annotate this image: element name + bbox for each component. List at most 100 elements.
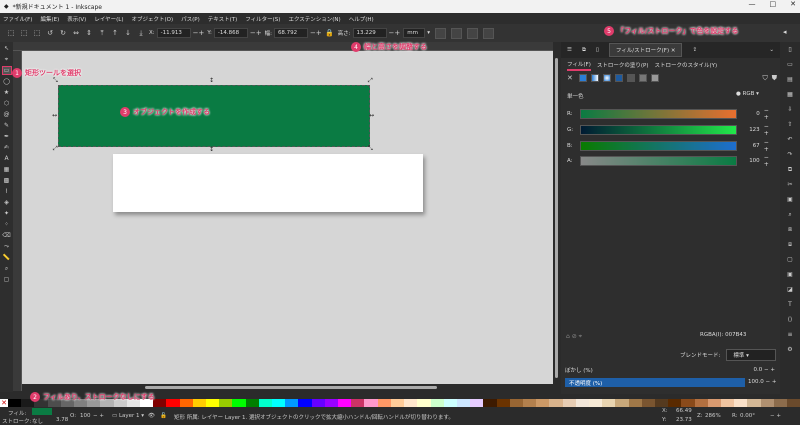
height-stepper[interactable]: −+ xyxy=(389,29,401,37)
palette-swatch[interactable] xyxy=(615,399,629,407)
menu-filters[interactable]: フィルター(S) xyxy=(245,15,280,23)
palette-swatch[interactable] xyxy=(549,399,563,407)
palette-swatch[interactable] xyxy=(192,399,207,407)
menu-view[interactable]: 表示(V) xyxy=(67,15,86,23)
fill-rule-nonzero-icon[interactable]: ⛊ xyxy=(772,74,777,83)
unset-paint-icon[interactable] xyxy=(651,74,659,82)
blur-input[interactable]: 0.0 − + xyxy=(754,367,775,373)
color-mode-select[interactable]: ● RGB ▾ xyxy=(736,91,759,97)
vertical-scroll-thumb[interactable] xyxy=(555,58,558,378)
xml-editor-icon[interactable]: ⟨⟩ xyxy=(786,316,794,323)
undo-icon[interactable]: ↶ xyxy=(786,136,794,143)
handle-top-right-icon[interactable]: ⤢ xyxy=(368,77,373,85)
transform-pattern-icon[interactable] xyxy=(483,27,495,39)
paste-icon[interactable]: ▣ xyxy=(786,196,794,203)
minimize-button[interactable]: — xyxy=(749,0,756,8)
rotate-cw-icon[interactable]: ↻ xyxy=(58,28,68,38)
duplicate-icon[interactable]: ⧈ xyxy=(786,226,794,233)
palette-swatch[interactable] xyxy=(390,399,405,407)
commands-toggle-icon[interactable]: ◂ xyxy=(783,28,787,36)
gradient-tool-icon[interactable]: ▦ xyxy=(2,165,12,174)
opacity-o-input[interactable]: 100 xyxy=(80,413,91,419)
deselect-icon[interactable]: ⬚ xyxy=(32,28,42,38)
handle-left-icon[interactable]: ↔ xyxy=(52,112,57,119)
menu-layer[interactable]: レイヤー(L) xyxy=(94,15,123,23)
copy-icon[interactable]: ⧉ xyxy=(786,166,794,173)
palette-swatch[interactable] xyxy=(536,399,550,407)
palette-swatch[interactable] xyxy=(245,399,259,407)
palette-swatch[interactable] xyxy=(628,399,642,407)
rotation-stepper[interactable]: − + xyxy=(770,413,781,419)
close-tab-icon[interactable]: ✕ xyxy=(671,48,676,54)
width-stepper[interactable]: −+ xyxy=(310,29,322,37)
menu-extensions[interactable]: エクステンション(N) xyxy=(288,15,340,23)
palette-swatch[interactable] xyxy=(8,399,22,407)
menu-help[interactable]: ヘルプ(H) xyxy=(349,15,374,23)
panel-chevron-icon[interactable]: ⌄ xyxy=(769,47,774,53)
x-stepper[interactable]: −+ xyxy=(193,29,205,37)
handle-bottom-icon[interactable]: ↕ xyxy=(209,146,214,153)
palette-swatch[interactable] xyxy=(272,399,286,407)
swatch-icon[interactable] xyxy=(639,74,647,82)
color-slider-0[interactable] xyxy=(580,109,737,119)
star-tool-icon[interactable]: ★ xyxy=(2,88,12,97)
color-slider-2[interactable] xyxy=(580,141,737,151)
pages-tool-icon[interactable]: ▢ xyxy=(2,275,12,284)
palette-swatch[interactable] xyxy=(681,399,695,407)
layer-visibility-icon[interactable]: 👁 xyxy=(148,413,155,419)
palette-swatch[interactable] xyxy=(509,399,523,407)
rectangle-tool-icon[interactable]: ▭ xyxy=(1,66,12,75)
slider-stepper-2[interactable]: − + xyxy=(764,139,775,153)
palette-swatch[interactable] xyxy=(232,399,246,407)
slider-stepper-3[interactable]: − + xyxy=(764,154,775,168)
palette-swatch[interactable] xyxy=(588,399,603,407)
open-icon[interactable]: ▭ xyxy=(786,61,794,68)
palette-swatch[interactable] xyxy=(338,399,352,407)
zoom-icon[interactable]: ⌕ xyxy=(786,211,794,218)
text-tool-icon[interactable]: A xyxy=(2,154,12,163)
palette-swatch[interactable] xyxy=(760,399,774,407)
palette-swatch[interactable] xyxy=(377,399,391,407)
palette-swatch[interactable] xyxy=(324,399,339,407)
raise-icon[interactable]: ↑ xyxy=(110,28,120,38)
green-rectangle-object[interactable] xyxy=(58,85,370,147)
palette-swatch[interactable] xyxy=(483,399,497,407)
slider-value-0[interactable]: 0 xyxy=(741,111,760,117)
layer-indicator[interactable]: ▭ Layer 1 ▾ xyxy=(112,413,144,419)
horizontal-ruler[interactable] xyxy=(13,42,553,51)
menu-file[interactable]: ファイル(F) xyxy=(3,15,32,23)
lower-bottom-icon[interactable]: ⤓ xyxy=(136,28,146,38)
cut-icon[interactable]: ✂ xyxy=(786,181,794,188)
x-input[interactable]: -11.913 xyxy=(156,28,191,38)
ungroup-icon[interactable]: ▣ xyxy=(786,271,794,278)
palette-swatch[interactable] xyxy=(351,399,365,407)
rotation-input[interactable]: 0.00° xyxy=(740,413,755,419)
palette-swatch[interactable] xyxy=(694,399,708,407)
tab-fill[interactable]: フィル(F) xyxy=(567,60,591,71)
rotate-ccw-icon[interactable]: ↺ xyxy=(45,28,55,38)
palette-swatch[interactable] xyxy=(562,399,576,407)
tab-stroke-style[interactable]: ストロークのスタイル(Y) xyxy=(654,61,717,69)
objects-tab-icon[interactable]: ⧉ xyxy=(582,47,586,54)
palette-swatch[interactable] xyxy=(720,399,735,407)
document-tab-icon[interactable]: ▯ xyxy=(596,47,599,53)
palette-swatch[interactable] xyxy=(166,399,180,407)
raise-top-icon[interactable]: ⤒ xyxy=(97,28,107,38)
palette-swatch[interactable] xyxy=(602,399,616,407)
palette-swatch[interactable] xyxy=(786,399,800,407)
y-input[interactable]: -14.868 xyxy=(213,28,248,38)
menu-object[interactable]: オブジェクト(O) xyxy=(132,15,174,23)
height-input[interactable]: 13.229 xyxy=(352,28,387,38)
export-icon[interactable]: ⇧ xyxy=(786,121,794,128)
spray-tool-icon[interactable]: ⁘ xyxy=(2,220,12,229)
handle-bottom-left-icon[interactable]: ⤢ xyxy=(53,145,58,153)
palette-swatch[interactable] xyxy=(575,399,589,407)
connector-tool-icon[interactable]: ⤳ xyxy=(2,242,12,251)
stroke-width[interactable]: 3.78 xyxy=(56,417,68,423)
pattern-icon[interactable] xyxy=(627,74,635,82)
palette-swatch[interactable] xyxy=(522,399,537,407)
handle-right-icon[interactable]: ↔ xyxy=(369,112,374,119)
scale-corners-icon[interactable] xyxy=(451,27,463,39)
3dbox-tool-icon[interactable]: ⬡ xyxy=(2,99,12,108)
tab-fill-stroke[interactable]: フィル/ストローク(F) ✕ xyxy=(608,43,683,57)
